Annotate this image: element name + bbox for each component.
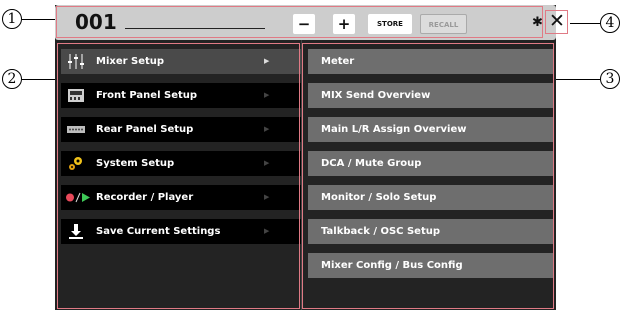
gears-icon: [67, 155, 85, 172]
submenu-item-talkback-osc-setup[interactable]: Talkback / OSC Setup: [308, 219, 553, 244]
store-button[interactable]: STORE: [368, 14, 412, 34]
menu-divider: [301, 40, 302, 310]
chevron-right-icon: ▶: [264, 193, 270, 201]
chevron-right-icon: ▶: [264, 125, 270, 133]
menu-item-front-panel-setup[interactable]: Front Panel Setup ▶: [61, 83, 301, 108]
recall-button[interactable]: RECALL: [420, 14, 467, 34]
callout-2-leader: [22, 79, 59, 80]
callout-1-leader: [22, 19, 57, 20]
submenu-item-dca-mute-group[interactable]: DCA / Mute Group: [308, 151, 553, 176]
mixer-screen: 001 − + STORE RECALL ✱ Mixer Setup ▶ Fro…: [55, 5, 568, 310]
record-play-icon: [65, 189, 91, 206]
menu-item-label: Save Current Settings: [96, 226, 221, 237]
submenu-item-main-lr-assign-overview[interactable]: Main L/R Assign Overview: [308, 117, 553, 142]
rear-panel-icon: [67, 121, 85, 138]
menu-item-system-setup[interactable]: System Setup ▶: [61, 151, 301, 176]
front-panel-icon: [67, 87, 85, 104]
chevron-right-icon: ▶: [264, 57, 270, 65]
callout-4: 4: [600, 13, 620, 33]
mixer-sliders-icon: [67, 53, 85, 70]
menu-item-label: Rear Panel Setup: [96, 124, 194, 135]
chevron-right-icon: ▶: [264, 227, 270, 235]
submenu-item-mixer-config-bus-config[interactable]: Mixer Config / Bus Config: [308, 253, 553, 278]
top-bar: 001 − + STORE RECALL ✱: [55, 5, 556, 40]
chevron-right-icon: ▶: [264, 159, 270, 167]
menu-item-label: Mixer Setup: [96, 56, 165, 67]
save-download-icon: [67, 223, 85, 240]
menu-item-label: System Setup: [96, 158, 175, 169]
menu-item-label: Recorder / Player: [96, 192, 194, 203]
menu-item-label: Front Panel Setup: [96, 90, 198, 101]
menu-item-save-current-settings[interactable]: Save Current Settings ▶: [61, 219, 301, 244]
chevron-right-icon: ▶: [264, 91, 270, 99]
callout-1: 1: [2, 9, 22, 29]
submenu-item-meter[interactable]: Meter: [308, 49, 553, 74]
close-icon[interactable]: ✕: [546, 11, 568, 32]
submenu-item-mix-send-overview[interactable]: MIX Send Overview: [308, 83, 553, 108]
plus-button[interactable]: +: [333, 14, 355, 34]
menu-item-recorder-player[interactable]: Recorder / Player ▶: [61, 185, 301, 210]
scene-name-field[interactable]: [125, 28, 265, 29]
callout-2: 2: [2, 69, 22, 89]
callout-3-leader: [553, 79, 600, 80]
callout-4-leader: [570, 23, 600, 24]
menu-item-rear-panel-setup[interactable]: Rear Panel Setup ▶: [61, 117, 301, 142]
menu-item-mixer-setup[interactable]: Mixer Setup ▶: [61, 49, 301, 74]
scene-number[interactable]: 001: [75, 11, 117, 33]
submenu-item-monitor-solo-setup[interactable]: Monitor / Solo Setup: [308, 185, 553, 210]
gear-icon[interactable]: ✱: [532, 14, 543, 32]
minus-button[interactable]: −: [293, 14, 315, 34]
callout-3: 3: [600, 69, 620, 89]
